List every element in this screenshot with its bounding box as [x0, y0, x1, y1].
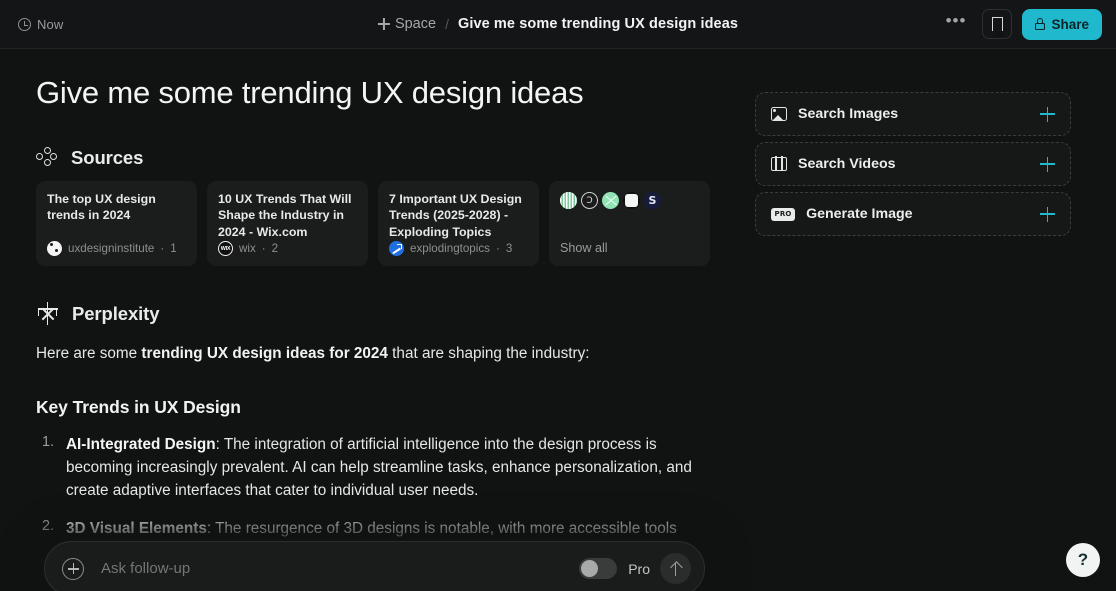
- source-card[interactable]: The top UX design trends in 2024 uxdesig…: [36, 181, 197, 266]
- sources-card-list: The top UX design trends in 2024 uxdesig…: [36, 181, 714, 266]
- pro-toggle[interactable]: [579, 558, 618, 579]
- content-area: Give me some trending UX design ideas So…: [0, 49, 1116, 591]
- answer-subheading: Key Trends in UX Design: [36, 396, 241, 417]
- perplexity-thread-page: Now Space / Give me some trending UX des…: [0, 0, 1116, 591]
- toggle-knob: [581, 560, 599, 577]
- share-label: Share: [1051, 16, 1089, 32]
- source-meta: WIX wix · 2: [218, 241, 357, 256]
- answer-intro-post: that are shaping the industry:: [387, 345, 590, 362]
- source-separator: ·: [261, 242, 266, 255]
- plus-circle-icon[interactable]: [62, 557, 84, 580]
- generate-image-label: Generate Image: [806, 206, 913, 222]
- source-site: explodingtopics: [410, 242, 490, 255]
- help-button[interactable]: ?: [1066, 543, 1100, 577]
- favicon-uxdesigninstitute-icon: [47, 241, 62, 256]
- favicon-stack-icon-1: [560, 192, 577, 209]
- favicon-stack-icon-5: S: [644, 192, 661, 209]
- search-input[interactable]: [101, 560, 580, 577]
- page-title: Give me some trending UX design ideas: [36, 75, 584, 110]
- clock-icon: [18, 17, 31, 31]
- more-options-button[interactable]: •••: [940, 12, 973, 33]
- list-item-text: AI-Integrated Design: The integration of…: [66, 433, 714, 503]
- favicon-stack: Ɔ S: [560, 192, 699, 209]
- source-card[interactable]: 10 UX Trends That Will Shape the Industr…: [207, 181, 368, 266]
- answer-brand-label: Perplexity: [72, 302, 160, 324]
- now-indicator[interactable]: Now: [18, 17, 63, 32]
- search-images-label: Search Images: [798, 106, 899, 122]
- answer-intro-pre: Here are some: [36, 345, 142, 362]
- source-index: 2: [271, 242, 279, 255]
- lock-icon: [1035, 18, 1046, 30]
- show-all-sources-card[interactable]: Ɔ S Show all: [549, 181, 710, 266]
- bookmark-icon: [991, 17, 1006, 37]
- answer-intro: Here are some trending UX design ideas f…: [36, 343, 714, 366]
- plus-icon[interactable]: [1040, 156, 1055, 172]
- answer-intro-bold: trending UX design ideas for 2024: [141, 345, 388, 362]
- source-title: 10 UX Trends That Will Shape the Industr…: [218, 192, 352, 239]
- media-actions-panel: Search Images Search Videos PRO Generate…: [755, 92, 1071, 242]
- submit-button[interactable]: [660, 553, 691, 584]
- top-bar-actions: ••• Share: [940, 8, 1102, 40]
- follow-up-bar: Pro: [44, 541, 705, 591]
- pro-label: Pro: [628, 560, 650, 577]
- source-site: uxdesigninstitute: [68, 242, 155, 255]
- plus-icon[interactable]: [1040, 206, 1055, 222]
- favicon-wix-icon: WIX: [218, 241, 233, 256]
- pro-badge-icon: PRO: [771, 207, 796, 221]
- source-title: 7 Important UX Design Trends (2025-2028)…: [389, 192, 522, 239]
- favicon-stack-icon-2: Ɔ: [581, 192, 598, 209]
- source-title: The top UX design trends in 2024: [47, 192, 156, 223]
- arrow-up-icon: [670, 562, 682, 576]
- answer-column: Give me some trending UX design ideas So…: [36, 75, 714, 577]
- top-bar: Now Space / Give me some trending UX des…: [0, 0, 1116, 49]
- plus-icon: [377, 18, 390, 30]
- now-label: Now: [37, 16, 64, 32]
- plus-icon[interactable]: [1040, 106, 1055, 122]
- thread-title: Give me some trending UX design ideas: [457, 16, 739, 32]
- share-button[interactable]: Share: [1022, 8, 1102, 40]
- perplexity-logo-icon: [36, 302, 59, 325]
- favicon-stack-icon-3: [602, 192, 619, 209]
- favicon-stack-icon-4: [623, 192, 640, 209]
- space-label: Space: [394, 16, 437, 32]
- sources-header: Sources: [36, 147, 714, 169]
- generate-image-action[interactable]: PRO Generate Image: [755, 192, 1071, 236]
- source-card[interactable]: 7 Important UX Design Trends (2025-2028)…: [378, 181, 539, 266]
- list-item-term: AI-Integrated Design: [66, 435, 216, 453]
- search-videos-action[interactable]: Search Videos: [755, 142, 1071, 186]
- list-item-number: 1.: [41, 433, 54, 450]
- answer-header: Perplexity: [36, 302, 714, 325]
- image-icon: [771, 107, 787, 121]
- add-to-space-button[interactable]: Space: [377, 16, 437, 32]
- favicon-explodingtopics-icon: [389, 241, 404, 256]
- source-index: 3: [505, 242, 513, 255]
- list-item-term: 3D Visual Elements: [66, 519, 207, 537]
- bookmark-button[interactable]: [982, 9, 1013, 39]
- video-icon: [771, 156, 787, 171]
- sources-nodes-icon: [36, 147, 58, 169]
- source-meta: uxdesigninstitute · 1: [47, 241, 186, 256]
- list-item: 1. AI-Integrated Design: The integration…: [36, 433, 714, 503]
- source-meta: explodingtopics · 3: [389, 241, 528, 256]
- breadcrumb-separator: /: [445, 16, 449, 32]
- search-images-action[interactable]: Search Images: [755, 92, 1071, 136]
- source-separator: ·: [160, 242, 165, 255]
- show-all-label: Show all: [560, 241, 608, 255]
- search-videos-label: Search Videos: [798, 156, 896, 172]
- sources-label: Sources: [71, 147, 144, 168]
- source-separator: ·: [495, 242, 500, 255]
- breadcrumb: Space / Give me some trending UX design …: [377, 16, 739, 32]
- source-site: wix: [239, 242, 256, 255]
- source-index: 1: [170, 242, 177, 255]
